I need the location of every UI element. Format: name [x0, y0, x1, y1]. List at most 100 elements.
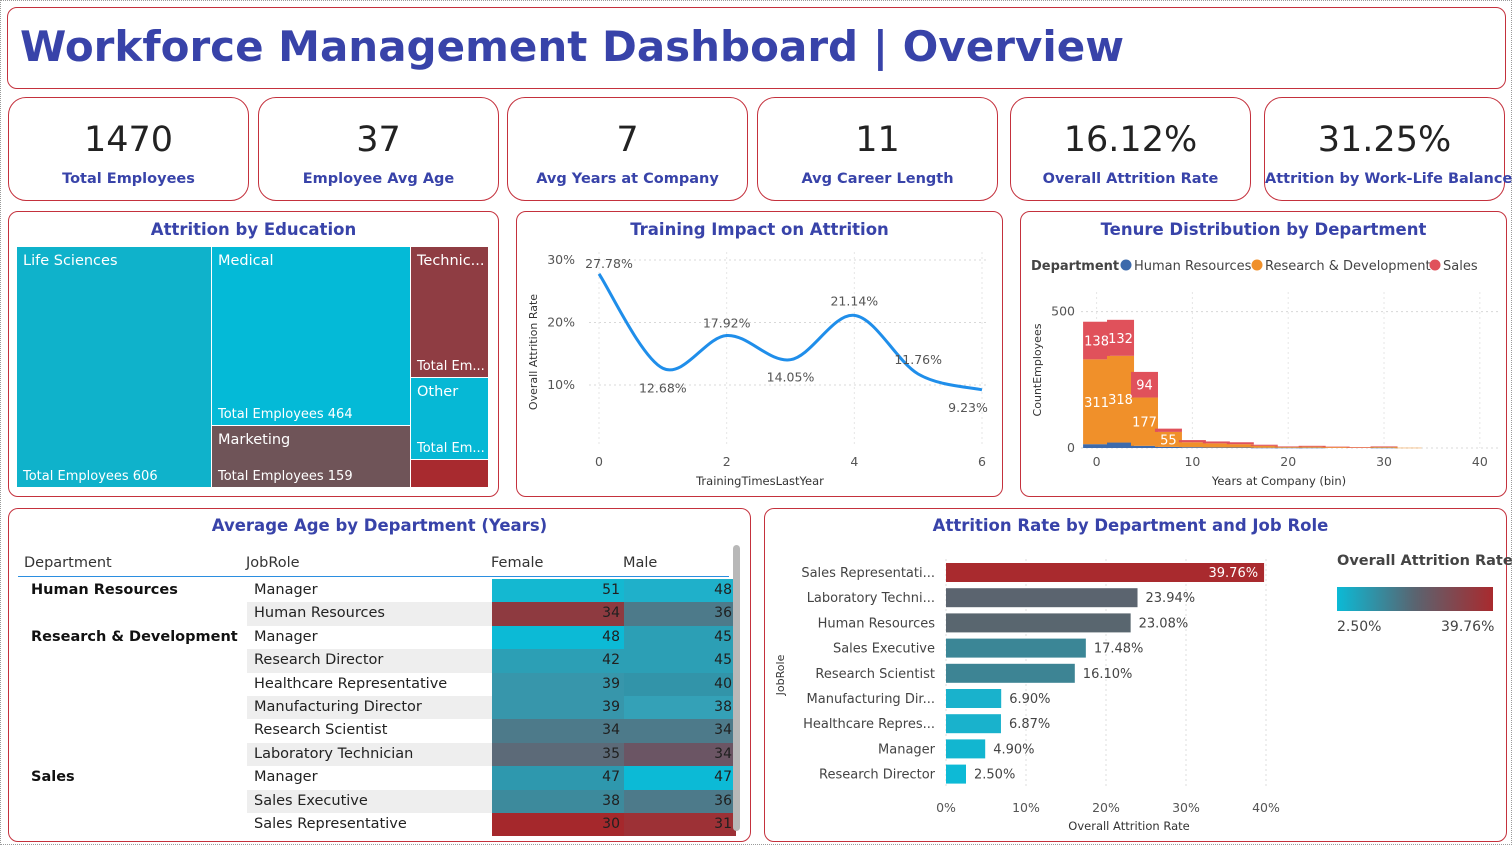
attrition-bar[interactable]	[946, 613, 1131, 633]
tenure-chart-panel[interactable]: Tenure Distribution by Department Depart…	[1020, 211, 1507, 497]
matrix-female-age-cell[interactable]: 30	[492, 813, 624, 837]
matrix-male-age-cell[interactable]: 31	[624, 813, 736, 837]
attrition-bar[interactable]	[946, 663, 1075, 683]
matrix-header-female[interactable]: Female	[491, 555, 543, 571]
matrix-male-age-cell[interactable]: 40	[624, 672, 736, 696]
matrix-male-age-cell[interactable]: 38	[624, 696, 736, 720]
tenure-bar-segment[interactable]	[1250, 447, 1278, 449]
tenure-bar-segment[interactable]	[1298, 446, 1326, 448]
matrix-header-jobrole[interactable]: JobRole	[246, 555, 300, 571]
attrition-bar[interactable]	[946, 638, 1086, 658]
treemap-cell-life-sciences[interactable]: Life Sciences Total Employees 606	[17, 247, 212, 488]
attrition-bar[interactable]	[946, 714, 1001, 734]
tenure-bar-segment[interactable]	[1298, 447, 1326, 449]
tenure-bar-segment[interactable]	[1130, 445, 1158, 448]
matrix-male-age-cell[interactable]: 36	[624, 602, 736, 626]
attrition-bar[interactable]	[946, 764, 966, 784]
kpi-card-employee-avg-age[interactable]: 37 Employee Avg Age	[258, 97, 499, 201]
matrix-female-age-cell[interactable]: 34	[492, 602, 624, 626]
tenure-bar-segment[interactable]	[1274, 446, 1302, 448]
matrix-scrollbar[interactable]	[733, 545, 740, 831]
tenure-bar-segment[interactable]	[1250, 444, 1278, 446]
tenure-bar-segment[interactable]	[1202, 447, 1230, 448]
matrix-male-age-cell[interactable]: 36	[624, 789, 736, 813]
matrix-female-age-cell[interactable]: 34	[492, 719, 624, 743]
attrition-role-panel[interactable]: Attrition Rate by Department and Job Rol…	[764, 508, 1512, 842]
matrix-header-department[interactable]: Department	[24, 555, 112, 571]
tenure-bar-segment[interactable]	[1298, 445, 1326, 447]
tenure-bar-segment[interactable]	[1322, 446, 1350, 448]
tenure-bar-segment[interactable]	[1250, 445, 1278, 448]
attrition-bar[interactable]	[946, 689, 1002, 708]
matrix-male-age-cell[interactable]: 45	[624, 649, 736, 673]
matrix-male-age-cell[interactable]: 34	[624, 719, 736, 743]
matrix-female-age-cell[interactable]: 39	[492, 672, 624, 696]
matrix-row[interactable]: Research & Development Manager 48 45	[26, 625, 736, 650]
matrix-jobrole-cell: Research Director	[254, 652, 384, 669]
matrix-jobrole-cell: Manager	[254, 769, 318, 786]
matrix-row[interactable]: Human Resources Manager 51 48	[26, 579, 736, 603]
matrix-header-male[interactable]: Male	[623, 555, 657, 571]
matrix-row[interactable]: Laboratory Technician 35 34	[26, 742, 736, 767]
matrix-row[interactable]: Research Scientist 34 34	[26, 719, 736, 743]
matrix-row[interactable]: Manufacturing Director 39 38	[26, 696, 736, 720]
kpi-card-avg-years-at-company[interactable]: 7 Avg Years at Company	[507, 97, 748, 201]
matrix-row[interactable]: Sales Manager 47 47	[26, 766, 736, 790]
matrix-female-age-cell[interactable]: 42	[492, 649, 624, 673]
matrix-female-age-cell[interactable]: 48	[492, 625, 624, 650]
tenure-bar-segment[interactable]	[1107, 442, 1135, 448]
legend-sales-label: Sales	[1443, 259, 1478, 274]
matrix-male-age-cell[interactable]: 47	[624, 766, 736, 790]
tenure-bar-segment[interactable]	[1322, 447, 1350, 448]
tenure-bar-segment[interactable]	[1178, 442, 1206, 448]
tenure-bar-segment[interactable]	[1178, 447, 1206, 448]
matrix-male-age-cell[interactable]: 45	[624, 625, 736, 650]
tenure-bar-segment[interactable]	[1226, 444, 1254, 448]
treemap-cell-marketing[interactable]: Marketing Total Employees 159	[212, 426, 411, 488]
matrix-male-age-cell[interactable]: 48	[624, 579, 736, 603]
training-chart-panel[interactable]: Training Impact on Attrition 10% 20% 30% 0…	[516, 211, 1003, 497]
tenure-bar-segment[interactable]	[1394, 447, 1422, 449]
matrix-row[interactable]: Sales Representative 30 31	[26, 813, 736, 837]
matrix-female-age-cell[interactable]: 39	[492, 696, 624, 720]
kpi-card-avg-career-length[interactable]: 11 Avg Career Length	[757, 97, 998, 201]
matrix-row[interactable]: Research Director 42 45	[26, 649, 736, 673]
tenure-bar-segment[interactable]	[1083, 444, 1111, 448]
treemap-panel[interactable]: Attrition by Education Life Sciences Tot…	[8, 211, 499, 497]
tenure-bar-segment[interactable]	[1226, 442, 1254, 445]
matrix-female-age-cell[interactable]: 38	[492, 789, 624, 813]
treemap-cell-human-resources[interactable]	[411, 460, 489, 488]
matrix-female-age-cell[interactable]: 47	[492, 766, 624, 790]
tenure-bar-segment[interactable]	[1346, 447, 1374, 448]
kpi-value: 31.25%	[1317, 120, 1452, 160]
tenure-bar-segment[interactable]	[1202, 441, 1230, 444]
tenure-bar-segment[interactable]	[1370, 447, 1398, 449]
kpi-value: 37	[356, 120, 401, 160]
matrix-jobrole-cell: Healthcare Representative	[254, 675, 448, 692]
treemap-cell-medical[interactable]: Medical Total Employees 464	[212, 247, 411, 426]
tenure-bar-segment[interactable]	[1202, 443, 1230, 448]
tenure-bar-segment[interactable]	[1154, 428, 1182, 432]
matrix-row[interactable]: Human Resources 34 36	[26, 602, 736, 626]
treemap-cell-technical[interactable]: Technic... Total Em...	[411, 247, 489, 378]
tenure-bar-segment[interactable]	[1370, 446, 1398, 448]
matrix-row[interactable]: Sales Executive 38 36	[26, 789, 736, 813]
tenure-data-label: 55	[1160, 433, 1177, 448]
attrition-bar[interactable]	[946, 739, 986, 759]
attrition-bar[interactable]	[946, 588, 1138, 608]
kpi-card-total-employees[interactable]: 1470 Total Employees	[8, 97, 249, 201]
tenure-bar-segment[interactable]	[1370, 446, 1398, 447]
matrix-row[interactable]: Healthcare Representative 39 40	[26, 672, 736, 696]
age-matrix-panel[interactable]: Average Age by Department (Years) Depart…	[8, 508, 751, 842]
tenure-bar-segment[interactable]	[1226, 447, 1254, 448]
tenure-bar-segment[interactable]	[1274, 446, 1302, 447]
kpi-card-attrition-work-life[interactable]: 31.25% Attrition by Work-Life Balance	[1264, 97, 1512, 201]
tenure-bar-segment[interactable]	[1178, 440, 1206, 443]
matrix-female-age-cell[interactable]: 51	[492, 579, 624, 603]
kpi-card-overall-attrition-rate[interactable]: 16.12% Overall Attrition Rate	[1010, 97, 1251, 201]
training-data-label: 11.76%	[894, 352, 942, 367]
matrix-female-age-cell[interactable]: 35	[492, 742, 624, 767]
matrix-male-age-cell[interactable]: 34	[624, 742, 736, 767]
tenure-bar-segment[interactable]	[1274, 447, 1302, 449]
treemap-cell-other[interactable]: Other Total Em...	[411, 378, 489, 460]
